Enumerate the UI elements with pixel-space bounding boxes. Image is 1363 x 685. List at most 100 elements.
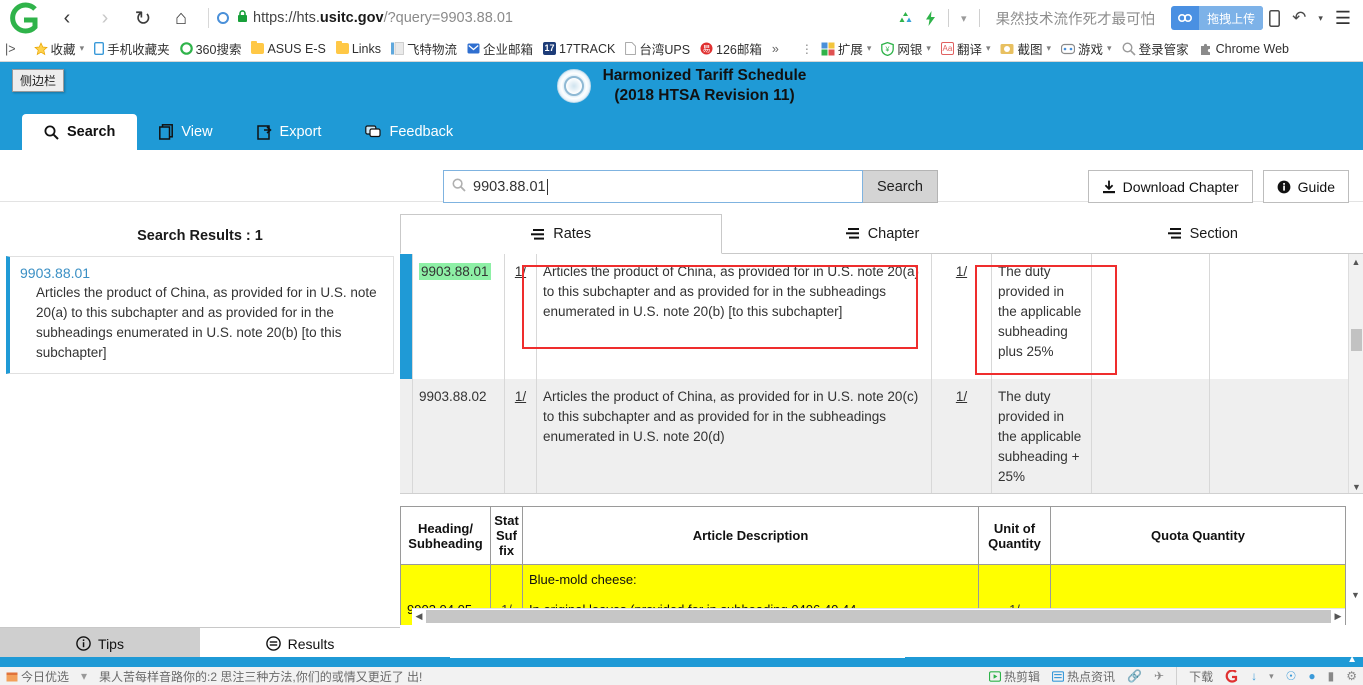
bookmarks-overflow-icon[interactable]: » bbox=[767, 38, 784, 60]
bookmark-asus-es[interactable]: ASUS E-S bbox=[246, 38, 330, 60]
tab-label: Feedback bbox=[389, 124, 454, 140]
bookmark-126-mail[interactable]: 易 126邮箱 bbox=[695, 38, 767, 60]
scrollbar-thumb[interactable] bbox=[1351, 329, 1362, 351]
bookmark-taiwan-ups[interactable]: 台湾UPS bbox=[620, 38, 695, 60]
download-chapter-label: Download Chapter bbox=[1122, 178, 1239, 195]
taskbar-item-today[interactable]: 今日优选 bbox=[6, 668, 69, 685]
table-row[interactable]: 9903.88.01 1/ Articles the product of Ch… bbox=[400, 254, 1349, 379]
taskbar-item-download[interactable]: 下载 bbox=[1189, 668, 1213, 685]
scroll-down-arrow-icon[interactable]: ▼ bbox=[1349, 479, 1363, 493]
lower-horizontal-scrollbar[interactable]: ◀ ▶ bbox=[412, 607, 1345, 625]
chevron-down-icon[interactable]: ▾ bbox=[1269, 671, 1274, 682]
tab-tips[interactable]: Tips bbox=[0, 628, 200, 659]
bookmark-translate[interactable]: Aa 翻译 ▾ bbox=[936, 38, 996, 60]
settings-icon[interactable]: ⚙ bbox=[1346, 669, 1357, 683]
scroll-left-arrow-icon[interactable]: ◀ bbox=[412, 611, 426, 622]
bookmark-360-search[interactable]: 360搜索 bbox=[175, 38, 247, 60]
scroll-to-top-icon[interactable]: ▲ bbox=[1347, 654, 1357, 665]
chevron-down-icon[interactable]: ▾ bbox=[926, 43, 931, 54]
tab-feedback[interactable]: Feedback bbox=[343, 114, 475, 150]
chevron-down-icon[interactable]: ▾ bbox=[961, 12, 967, 25]
recycle-icon[interactable] bbox=[898, 11, 913, 26]
scrollbar-thumb[interactable] bbox=[426, 610, 1331, 623]
undo-icon[interactable]: ↶ bbox=[1292, 8, 1306, 28]
headphone-icon[interactable]: ☉ bbox=[1286, 669, 1297, 683]
footnote-link[interactable]: 1/ bbox=[515, 389, 526, 404]
row-indicator bbox=[400, 379, 413, 493]
download-chapter-button[interactable]: Download Chapter bbox=[1087, 170, 1253, 203]
search-input[interactable]: 9903.88.01 bbox=[443, 170, 863, 203]
bookmark-feite-logistics[interactable]: 飞特物流 bbox=[386, 38, 462, 60]
guide-button[interactable]: Guide bbox=[1262, 170, 1349, 203]
lower-cell-stat bbox=[490, 564, 523, 595]
bookmark-links[interactable]: Links bbox=[331, 38, 386, 60]
footnote-link[interactable]: 1/ bbox=[956, 389, 967, 404]
lower-scroll-down-arrow-icon[interactable]: ▼ bbox=[1348, 587, 1363, 603]
bookmark-screenshot[interactable]: 截图 ▾ bbox=[995, 38, 1056, 60]
plane-icon[interactable]: ✈ bbox=[1154, 669, 1164, 683]
bookmark-shoucang[interactable]: 收藏 ▾ bbox=[29, 38, 90, 60]
bookmark-login-manager[interactable]: 登录管家 bbox=[1117, 38, 1194, 60]
table-row[interactable]: 9903.88.02 1/ Articles the product of Ch… bbox=[400, 379, 1349, 493]
tab-search[interactable]: Search bbox=[22, 114, 138, 150]
taskbar-news-text[interactable]: 果人苦每样音路你的:2 思注三种方法,你们的或情又更近了 出! bbox=[99, 668, 422, 685]
rates-vertical-scrollbar[interactable]: ▲ ▼ bbox=[1348, 254, 1363, 493]
hamburger-menu-icon[interactable]: ☰ bbox=[1335, 8, 1351, 29]
chevron-down-icon[interactable]: ▾ bbox=[986, 43, 991, 54]
link-icon[interactable]: 🔗 bbox=[1127, 669, 1142, 683]
table-row[interactable]: Blue-mold cheese: bbox=[400, 564, 1346, 595]
search-input-value[interactable]: 9903.88.01 bbox=[473, 179, 546, 195]
highlighted-code: 9903.88.01 bbox=[419, 263, 491, 280]
home-icon[interactable]: ⌂ bbox=[162, 0, 200, 36]
back-arrow-icon[interactable]: ‹ bbox=[48, 0, 86, 36]
upload-widget[interactable]: 拖拽上传 bbox=[1171, 6, 1264, 30]
chevron-down-icon[interactable]: ▾ bbox=[1047, 43, 1052, 54]
list-item[interactable]: 9903.88.01 Articles the product of China… bbox=[6, 256, 394, 374]
tab-export[interactable]: Export bbox=[235, 114, 344, 150]
tab-label: Chapter bbox=[867, 225, 920, 242]
bookmark-label: 17TRACK bbox=[559, 41, 616, 56]
search-button[interactable]: Search bbox=[863, 170, 938, 203]
sogou-icon[interactable] bbox=[1225, 669, 1239, 683]
scroll-up-arrow-icon[interactable]: ▲ bbox=[1349, 254, 1363, 269]
tab-view[interactable]: View bbox=[137, 114, 234, 150]
bookmark-mobile-folder[interactable]: 手机收藏夹 bbox=[89, 38, 175, 60]
chevron-down-icon[interactable]: ▾ bbox=[867, 43, 872, 54]
scroll-right-arrow-icon[interactable]: ▶ bbox=[1331, 611, 1345, 622]
footnote-link[interactable]: 1/ bbox=[515, 264, 526, 279]
result-code[interactable]: 9903.88.01 bbox=[20, 265, 383, 281]
person-icon[interactable]: ● bbox=[1308, 669, 1315, 683]
tab-results[interactable]: Results bbox=[200, 628, 400, 659]
tab-section[interactable]: Section bbox=[1043, 214, 1363, 253]
lightning-icon[interactable] bbox=[925, 10, 936, 26]
doc-icon bbox=[391, 42, 404, 55]
bookmarks-expand-icon[interactable]: |> bbox=[0, 38, 21, 60]
footnote-link[interactable]: 1/ bbox=[956, 264, 967, 279]
bookmark-online-banking[interactable]: ¥ 网银 ▾ bbox=[876, 38, 936, 60]
chevron-down-icon[interactable]: ▾ bbox=[1107, 43, 1112, 54]
rates-cell-code: 9903.88.02 bbox=[412, 379, 505, 493]
bookmark-enterprise-mail[interactable]: 企业邮箱 bbox=[462, 38, 538, 60]
keyboard-icon[interactable]: ▮ bbox=[1328, 669, 1335, 683]
address-bar[interactable]: https://hts.usitc.gov/?query=9903.88.01 bbox=[217, 0, 892, 36]
bookmark-extensions[interactable]: 扩展 ▾ bbox=[816, 38, 877, 60]
row-selected-indicator bbox=[400, 254, 413, 379]
lower-cell-quota bbox=[1050, 564, 1346, 595]
chevron-down-icon[interactable]: ▾ bbox=[1318, 13, 1323, 24]
bookmark-17track[interactable]: 17 17TRACK bbox=[538, 38, 620, 60]
tab-rates[interactable]: Rates bbox=[400, 214, 723, 254]
sidebar-toggle-tooltip[interactable]: 侧边栏 bbox=[12, 69, 65, 92]
bookmark-games[interactable]: 游戏 ▾ bbox=[1056, 38, 1117, 60]
forward-arrow-icon[interactable]: › bbox=[86, 0, 124, 36]
reload-icon[interactable]: ↻ bbox=[124, 0, 162, 36]
page-info-icon[interactable] bbox=[217, 12, 229, 24]
column-header-quota-quantity: Quota Quantity bbox=[1050, 506, 1346, 565]
bookmark-chrome-web[interactable]: Chrome Web bbox=[1194, 38, 1294, 60]
chevron-down-icon[interactable]: ▾ bbox=[80, 43, 85, 54]
tab-chapter[interactable]: Chapter bbox=[722, 214, 1042, 253]
caret-icon[interactable]: ▾ bbox=[81, 669, 87, 683]
taskbar-item-clips[interactable]: 热剪辑 bbox=[989, 668, 1040, 685]
taskbar-item-hotnews[interactable]: 热点资讯 bbox=[1052, 668, 1115, 685]
mobile-icon[interactable] bbox=[1269, 9, 1281, 27]
download-arrow-icon[interactable]: ↓ bbox=[1251, 669, 1257, 683]
